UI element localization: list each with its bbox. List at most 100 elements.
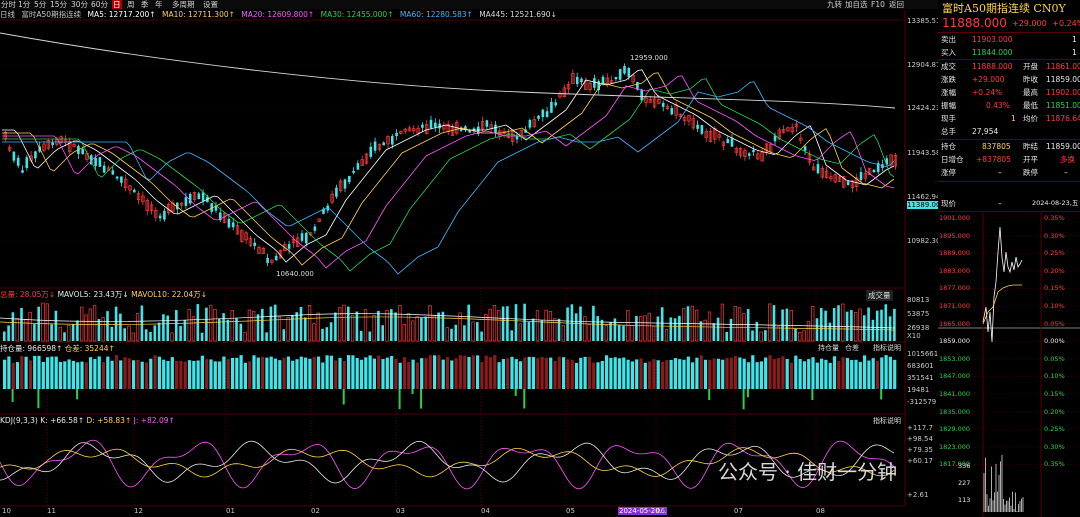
- oi-bar: [316, 356, 321, 389]
- quote-row-ask: 卖出 11903.000 1: [941, 35, 1077, 44]
- oi-tab[interactable]: 持仓量: [818, 343, 839, 353]
- candle-body-down: [348, 176, 351, 183]
- oi-bar: [269, 356, 273, 389]
- oi-bar: [239, 355, 243, 389]
- ma445-line: [0, 32, 896, 109]
- candle-body-down: [356, 163, 360, 170]
- oi-bar: [566, 359, 570, 389]
- oi-bar: [712, 358, 716, 389]
- volume-bar: [256, 314, 260, 341]
- volume-bar: [269, 306, 273, 341]
- quote-row-oi: 持仓 837805 昨结 11859.000: [941, 142, 1080, 151]
- date-label: 11: [47, 507, 56, 515]
- candle-body-down: [21, 170, 24, 173]
- mini-price-label: 1889.000: [939, 249, 971, 258]
- oi-bar: [652, 359, 656, 389]
- oi-bar: [605, 355, 609, 389]
- oi-bar: [265, 357, 269, 389]
- quote-row-last: 成交 11888.000 开盘 11861.000: [941, 62, 1080, 71]
- kline-chart[interactable]: [0, 0, 938, 517]
- date-label: 07: [734, 507, 743, 515]
- oi-diff-tab[interactable]: 仓差: [845, 343, 859, 353]
- oi-bar: [441, 359, 445, 389]
- candle-body-down: [550, 101, 553, 113]
- date-label: 03: [396, 507, 405, 515]
- volume-axis-label: 80813: [907, 296, 930, 304]
- candle-body-down: [313, 226, 317, 231]
- oi-diff-bar: [811, 389, 814, 400]
- volume-bar: [694, 309, 699, 342]
- volume-bar: [450, 328, 453, 341]
- mini-price-label: 1883.000: [939, 266, 971, 275]
- date-label: 10: [2, 507, 11, 515]
- volume-bar: [518, 323, 522, 342]
- oi-help-button[interactable]: 指标说明: [873, 343, 901, 353]
- oi-bar: [643, 362, 647, 389]
- kdj-axis-label: +79.35: [907, 446, 933, 454]
- oi-bar: [734, 356, 738, 389]
- mini-volume-label: 336: [958, 462, 971, 470]
- mini-price-line: [982, 226, 1023, 343]
- oi-bar: [407, 362, 411, 389]
- volume-bar: [613, 318, 617, 341]
- oi-bar: [738, 357, 742, 389]
- volume-bar: [480, 331, 483, 341]
- volume-bar: [471, 321, 475, 342]
- mini-pct-label: 0.35%: [1044, 214, 1065, 222]
- mini-pct-label: 0.10%: [1044, 372, 1065, 381]
- volume-bar: [815, 318, 819, 341]
- oi-bar: [196, 360, 200, 389]
- last-price: 11888.000: [942, 16, 1007, 30]
- mini-avg-line: [982, 284, 1022, 325]
- candle-body-down: [287, 244, 291, 249]
- oi-bar: [695, 357, 699, 389]
- volume-bar: [239, 323, 243, 341]
- oi-bar: [458, 355, 462, 389]
- mini-price-label: 1901.000: [939, 214, 971, 222]
- intraday-mini-chart[interactable]: [938, 212, 1080, 517]
- volume-bar: [247, 309, 252, 342]
- volume-bar: [277, 316, 282, 342]
- oi-bar: [579, 357, 583, 389]
- volume-bar: [63, 332, 66, 341]
- oi-bar: [179, 360, 183, 389]
- oi-bar: [136, 359, 140, 389]
- oi-bar: [411, 359, 415, 389]
- price-axis-label: 13385.51: [907, 17, 941, 25]
- oi-bar: [394, 358, 398, 389]
- oi-bar: [691, 362, 695, 389]
- oi-bar: [20, 356, 24, 389]
- volume-bar: [415, 316, 419, 342]
- oi-bar: [523, 357, 527, 389]
- volume-indicator-button[interactable]: 成交量: [866, 290, 893, 301]
- oi-bar: [807, 359, 811, 389]
- oi-bar: [157, 356, 161, 389]
- volume-bar: [114, 306, 118, 341]
- oi-diff-bar: [420, 389, 423, 409]
- kdj-help-button[interactable]: 指标说明: [873, 416, 901, 426]
- current-price-tag: 11389.00: [907, 201, 941, 209]
- oi-bar: [54, 356, 58, 389]
- oi-bar: [402, 357, 407, 389]
- kdj-legend: KDJ(9,3,3) K: +66.58↑ D: +58.83↑ J: +82.…: [0, 416, 175, 425]
- change-value: +29.000: [1012, 19, 1047, 28]
- oi-bar: [377, 355, 381, 389]
- oi-bar: [557, 356, 561, 389]
- volume-bar: [80, 306, 84, 342]
- kdj-name: KDJ(9,3,3): [0, 416, 38, 425]
- oi-bar: [854, 359, 858, 389]
- volume-bar: [312, 323, 316, 342]
- volume-bar: [286, 316, 290, 342]
- volume-bar: [707, 311, 712, 342]
- ma-line: [2, 69, 895, 263]
- oi-bar: [665, 360, 669, 389]
- oi-bar: [33, 355, 37, 389]
- volume-bar: [84, 314, 88, 342]
- mini-pct-label: 0.30%: [1044, 442, 1065, 451]
- volume-bar: [41, 302, 45, 342]
- date-label: 06: [656, 507, 665, 515]
- volume-bar: [265, 332, 268, 341]
- mini-price-label: 1895.000: [939, 231, 971, 240]
- oi-bar: [170, 357, 174, 389]
- oi-bar: [867, 360, 871, 389]
